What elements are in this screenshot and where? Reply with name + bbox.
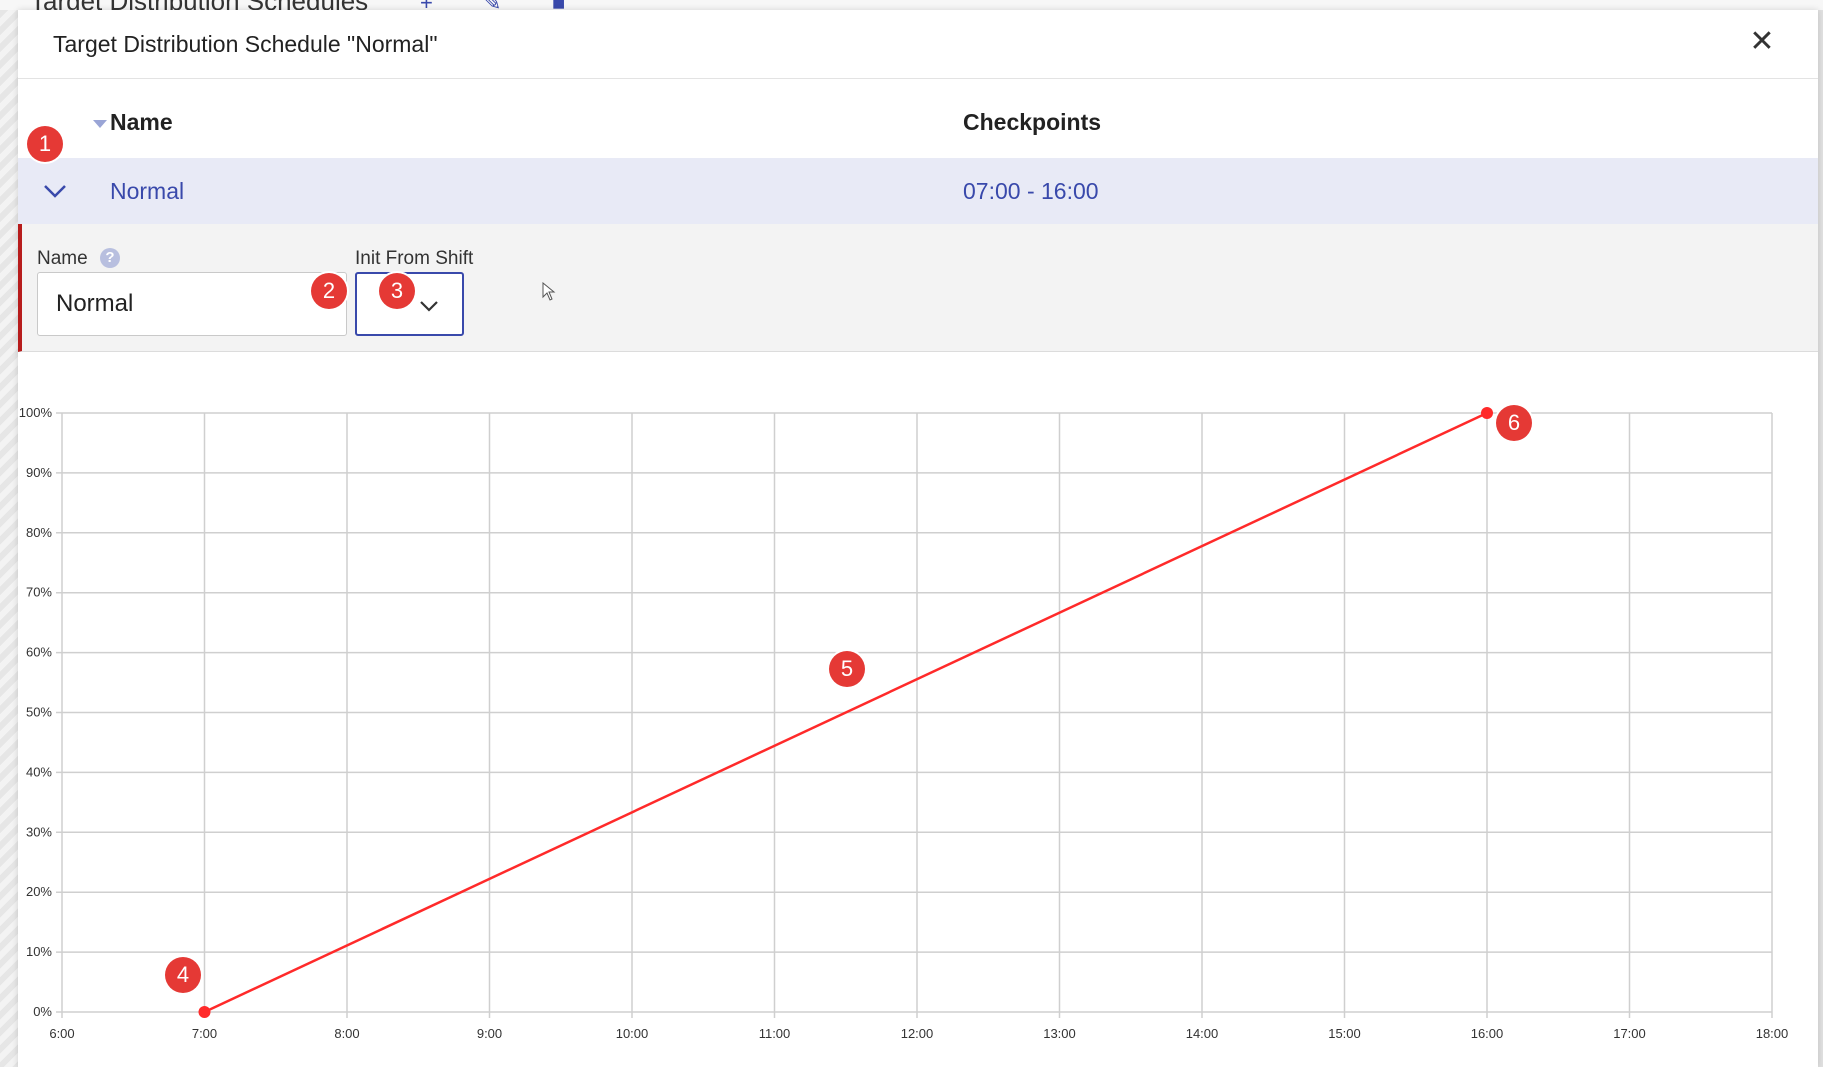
badge-2: 2	[311, 273, 347, 309]
y-tick-label: 60%	[26, 645, 52, 660]
init-from-shift-label: Init From Shift	[355, 248, 474, 269]
sort-descending-icon[interactable]	[93, 120, 107, 128]
close-icon[interactable]: ✕	[1744, 24, 1780, 60]
dialog-title: Target Distribution Schedule "Normal"	[53, 31, 438, 57]
name-input[interactable]	[37, 272, 347, 336]
x-tick-label: 6:00	[49, 1026, 74, 1041]
table-row[interactable]: Normal 07:00 - 16:00	[18, 158, 1818, 224]
data-point	[1481, 407, 1493, 419]
y-tick-label: 40%	[26, 764, 52, 779]
x-tick-label: 11:00	[759, 1026, 791, 1041]
x-tick-label: 17:00	[1613, 1026, 1646, 1041]
y-tick-label: 10%	[26, 944, 52, 959]
badge-5: 5	[829, 651, 865, 687]
row-checkpoints-cell: 07:00 - 16:00	[963, 178, 1099, 204]
chevron-down-icon	[417, 294, 441, 323]
background-edge	[1818, 10, 1823, 1067]
distribution-chart: 0% 10% 20% 30% 40% 50% 60% 70% 80% 90% 100% 6:00 7:0…	[18, 390, 1818, 1060]
dialog-header: Target Distribution Schedule "Normal" ✕	[18, 10, 1818, 79]
x-tick-label: 10:00	[616, 1026, 649, 1041]
badge-3: 3	[379, 273, 415, 309]
y-tick-label: 20%	[26, 884, 52, 899]
chevron-down-icon[interactable]	[40, 176, 70, 206]
y-tick-label: 30%	[26, 824, 52, 839]
detail-form: Name ? Init From Shift	[18, 224, 1818, 352]
name-label: Name	[37, 248, 88, 269]
data-point	[198, 1006, 211, 1018]
y-tick-label: 70%	[26, 585, 52, 600]
column-header-name[interactable]: Name	[110, 109, 173, 136]
badge-6: 6	[1496, 405, 1532, 441]
x-tick-label: 8:00	[334, 1026, 359, 1041]
x-tick-label: 15:00	[1328, 1026, 1361, 1041]
table-header: Name Checkpoints	[18, 78, 1818, 158]
y-tick-label: 90%	[26, 465, 52, 480]
badge-4: 4	[165, 957, 201, 993]
x-tick-label: 18:00	[1756, 1026, 1789, 1041]
y-tick-label: 100%	[19, 405, 53, 420]
mouse-cursor-icon	[542, 281, 556, 307]
chart-svg: 0% 10% 20% 30% 40% 50% 60% 70% 80% 90% 100% 6:00 7:0…	[19, 405, 1789, 1041]
badge-1: 1	[27, 126, 63, 162]
x-tick-label: 9:00	[477, 1026, 502, 1041]
x-tick-label: 16:00	[1471, 1026, 1504, 1041]
y-tick-label: 50%	[26, 705, 52, 720]
row-name-cell: Normal	[110, 178, 185, 204]
y-tick-label: 80%	[26, 525, 52, 540]
x-tick-label: 7:00	[192, 1026, 217, 1041]
y-tick-label: 0%	[33, 1004, 52, 1019]
help-icon[interactable]: ?	[100, 248, 120, 268]
background-pattern	[0, 10, 18, 1067]
x-tick-label: 14:00	[1186, 1026, 1219, 1041]
schedule-dialog: Target Distribution Schedule "Normal" ✕ …	[18, 10, 1818, 1067]
column-header-checkpoints[interactable]: Checkpoints	[963, 109, 1101, 136]
x-tick-label: 13:00	[1043, 1026, 1076, 1041]
x-tick-label: 12:00	[901, 1026, 934, 1041]
